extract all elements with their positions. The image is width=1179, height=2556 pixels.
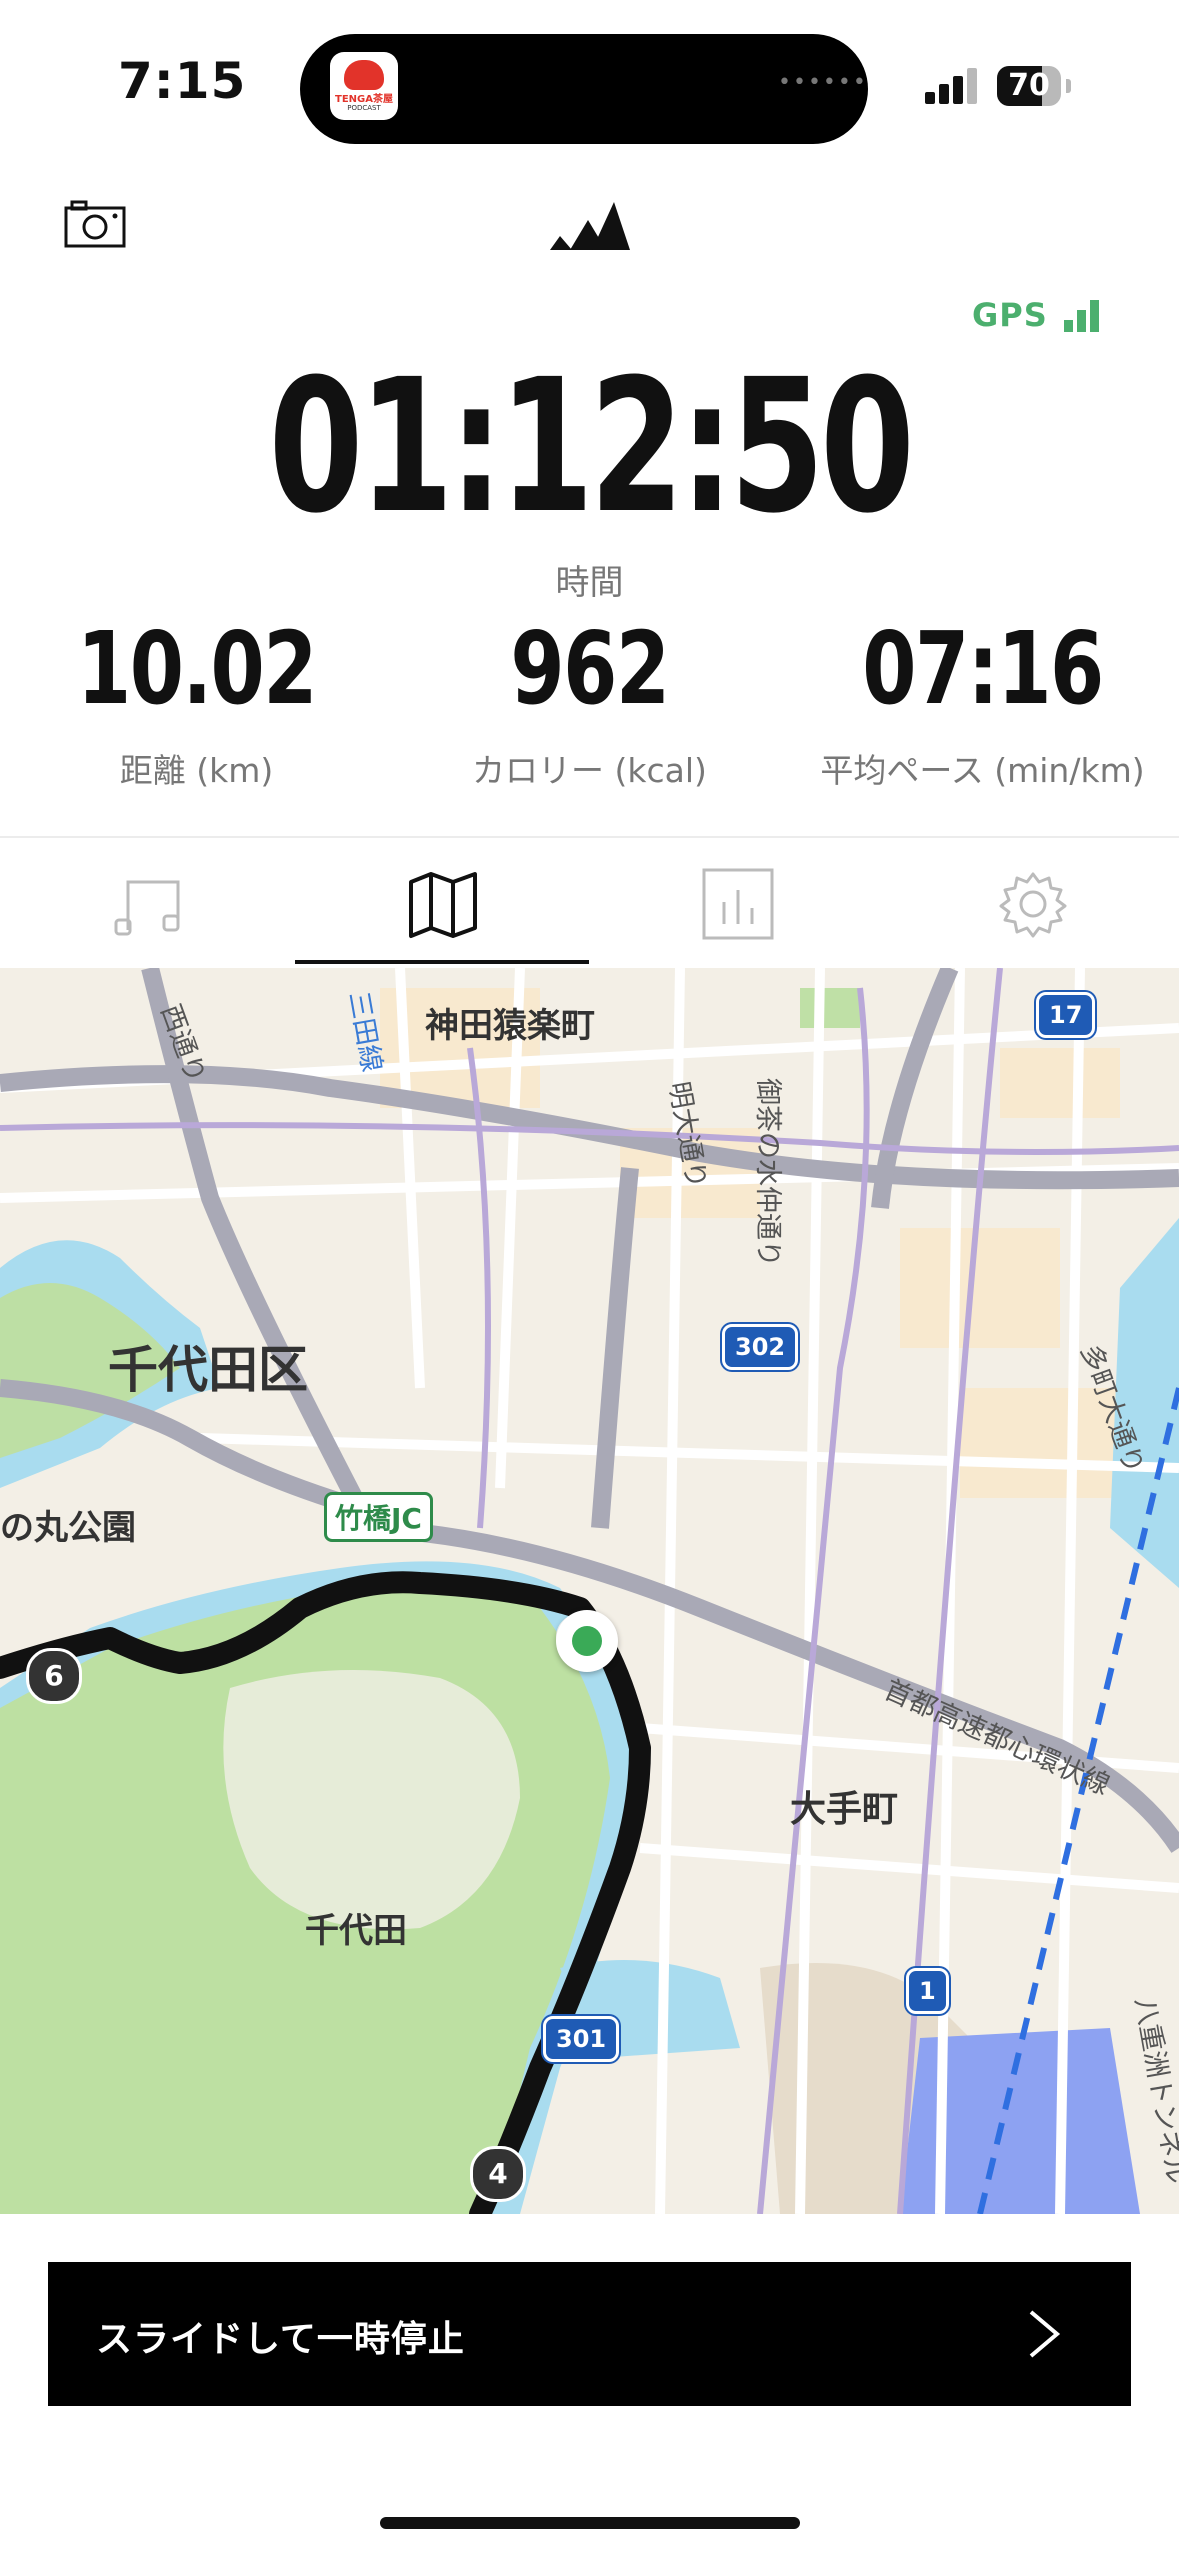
adidas-logo-icon [548,198,632,254]
gps-signal-icon [1064,300,1100,332]
podcast-brand: TENGA茶屋 [335,94,393,105]
battery-indicator: 70 [997,66,1071,106]
current-location-marker [556,1610,618,1672]
tab-map[interactable] [295,838,589,968]
map-label-chiyoda: 千代田 [305,1911,407,1951]
tab-music[interactable] [0,838,294,968]
audio-waveform-icon: •••••• [778,70,868,95]
road-label-ochanomizu: 御茶の水仲通り [752,1078,783,1267]
tab-bar [0,836,1179,968]
pace-value: 07:16 [862,610,1104,727]
km-marker-4: 4 [470,2146,526,2202]
elapsed-time-value: 01:12:50 [268,340,915,554]
stats-icon [702,868,774,940]
chevron-right-icon [1029,2310,1061,2358]
map-label-chiyoda-ku: 千代田区 [108,1341,308,1399]
slide-to-pause-label: スライドして一時停止 [96,2319,465,2360]
route-map[interactable]: 神田猿楽町 千代田区 の丸公園 大手町 千代田 西通り 三田線 明大通り 御茶の… [0,968,1179,2214]
status-time: 7:15 [118,52,247,110]
map-label-kanda: 神田猿楽町 [425,1006,595,1046]
route-shield-301: 301 [543,2016,620,2062]
calories-value: 962 [510,610,670,727]
home-indicator[interactable] [380,2517,800,2529]
map-label-park: の丸公園 [0,1508,136,1548]
route-shield-1: 1 [906,1968,949,2014]
settings-icon [999,872,1067,938]
map-icon [409,872,477,938]
km-marker-6: 6 [26,1648,82,1704]
cellular-signal-icon [925,68,981,104]
podcast-app-icon[interactable]: TENGA茶屋 PODCAST [330,52,398,120]
route-shield-302: 302 [722,1324,799,1370]
battery-level: 70 [1008,68,1050,103]
junction-sign: 竹橋JC [324,1492,433,1542]
selected-tab-indicator [295,960,589,964]
elapsed-time-label: 時間 [555,563,624,603]
distance-label: 距離 (km) [119,751,274,790]
tab-stats[interactable] [590,838,884,968]
distance-value: 10.02 [77,610,317,727]
music-icon [114,880,180,936]
map-label-otemachi: 大手町 [790,1789,899,1830]
slide-to-pause-control[interactable]: スライドして一時停止 [48,2262,1131,2406]
calories-label: カロリー (kcal) [472,751,707,790]
route-shield-17: 17 [1036,992,1096,1038]
pace-label: 平均ペース (min/km) [820,751,1145,790]
podcast-sub: PODCAST [347,104,381,112]
gps-status-label: GPS [972,296,1048,334]
camera-icon[interactable] [64,200,126,248]
tab-settings[interactable] [885,838,1179,968]
